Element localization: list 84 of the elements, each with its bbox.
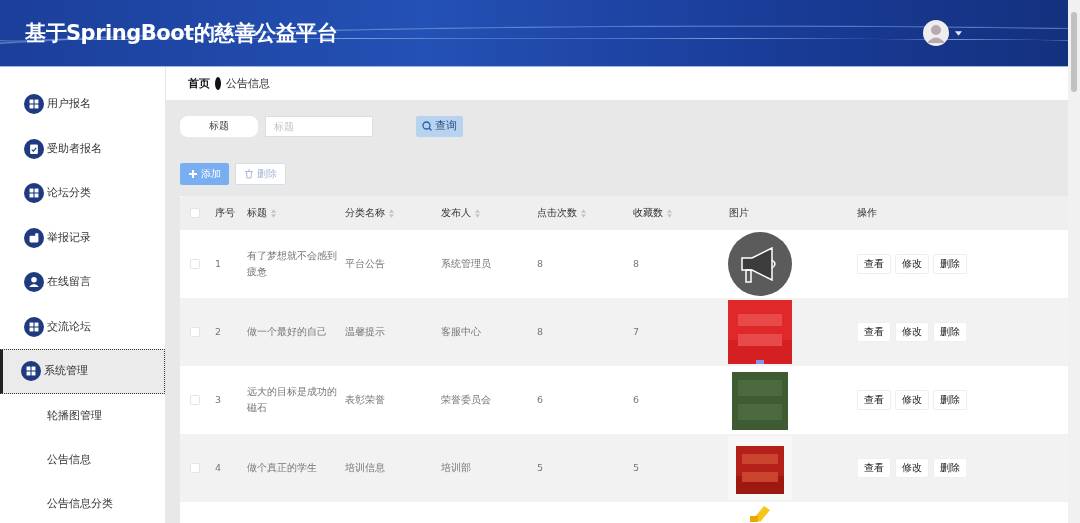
category-cell-text: 表彰荣誉: [345, 393, 385, 407]
row-action-button[interactable]: 删除: [933, 322, 967, 342]
column-header[interactable]: 标题: [247, 206, 276, 220]
app-title: 基于SpringBoot的慈善公益平台: [25, 20, 338, 47]
row-number: 4: [215, 461, 222, 475]
checkbox[interactable]: [190, 259, 200, 269]
grid-icon: [24, 183, 44, 204]
column-header: 图片: [729, 206, 749, 220]
title-cell-text: 有了梦想就不会感到疲惫: [247, 249, 338, 279]
clicks-cell-text: 5: [537, 461, 544, 475]
clicks-cell-text: 8: [537, 257, 544, 271]
row-action-button[interactable]: 查看: [857, 390, 891, 410]
search-label: 标题: [180, 115, 258, 137]
row-action-button[interactable]: 删除: [933, 390, 967, 410]
wallet-icon: [24, 227, 44, 248]
sidebar-item[interactable]: 用户报名: [0, 82, 165, 127]
category-cell-text: 培训信息: [345, 461, 385, 475]
avatar-icon[interactable]: [923, 20, 949, 46]
sort-icon: [581, 208, 586, 218]
sidebar-item[interactable]: 交流论坛: [0, 304, 165, 349]
breadcrumb-link[interactable]: 首页: [188, 76, 210, 91]
row-action-button[interactable]: 修改: [895, 254, 929, 274]
row-number: 2: [215, 325, 222, 339]
sidebar-item[interactable]: 在线留言: [0, 260, 165, 305]
publisher-cell-text: 系统管理员: [441, 257, 491, 271]
sort-icon: [667, 208, 672, 218]
column-header[interactable]: 分类名称: [345, 206, 394, 220]
row-action-button[interactable]: 修改: [895, 322, 929, 342]
column-header[interactable]: 发布人: [441, 206, 480, 220]
grid-icon: [21, 361, 41, 382]
column-header: 操作: [857, 206, 877, 220]
grid-icon: [24, 316, 44, 337]
submenu-item[interactable]: 轮播图管理: [0, 393, 102, 438]
breadcrumb-link[interactable]: 公告信息: [226, 76, 270, 91]
favorites-cell-text: 7: [633, 325, 640, 339]
checkbox[interactable]: [190, 395, 200, 405]
plus-icon: [188, 169, 198, 179]
favorites-cell-text: 6: [633, 393, 640, 407]
clicks-cell-text: 6: [537, 393, 544, 407]
category-cell-text: 平台公告: [345, 257, 385, 271]
sort-icon: [475, 208, 480, 218]
column-header[interactable]: 点击次数: [537, 206, 586, 220]
row-action-button[interactable]: 查看: [857, 254, 891, 274]
title-cell-text: 远大的目标是成功的磁石: [247, 385, 338, 415]
submenu-item[interactable]: 公告信息分类: [0, 481, 113, 523]
checkbox[interactable]: [190, 327, 200, 337]
row-number: 1: [215, 257, 222, 271]
row-action-button[interactable]: 查看: [857, 458, 891, 478]
grid-icon: [24, 94, 44, 115]
separator-icon: [215, 77, 221, 90]
sidebar-item[interactable]: 受助者报名: [0, 126, 165, 171]
category-cell-text: 温馨提示: [345, 325, 385, 339]
row-action-button[interactable]: 修改: [895, 390, 929, 410]
checkbox[interactable]: [190, 463, 200, 473]
clicks-cell-text: 8: [537, 325, 544, 339]
trash-icon: [244, 169, 254, 179]
search-button[interactable]: 查询: [416, 115, 463, 137]
column-header[interactable]: 收藏数: [633, 206, 672, 220]
row-action-button[interactable]: 删除: [933, 254, 967, 274]
row-number: 3: [215, 393, 222, 407]
title-cell-text: 做个真正的学生: [247, 461, 317, 475]
title-cell-text: 做一个最好的自己: [247, 325, 327, 339]
scrollbar[interactable]: [1068, 0, 1080, 523]
scrollbar-thumb[interactable]: [1071, 12, 1077, 92]
favorites-cell-text: 5: [633, 461, 640, 475]
user-icon: [24, 272, 44, 293]
favorites-cell-text: 8: [633, 257, 640, 271]
caret-icon[interactable]: [955, 30, 962, 36]
checkbox[interactable]: [190, 208, 200, 218]
publisher-cell-text: 荣誉委员会: [441, 393, 491, 407]
row-action-button[interactable]: 删除: [933, 458, 967, 478]
publisher-cell-text: 培训部: [441, 461, 471, 475]
sidebar-item[interactable]: 举报记录: [0, 215, 165, 260]
publisher-cell-text: 客服中心: [441, 325, 481, 339]
sidebar-item[interactable]: 论坛分类: [0, 171, 165, 216]
search-icon: [422, 121, 432, 131]
sidebar-item[interactable]: 系统管理: [0, 349, 165, 394]
submenu-item[interactable]: 公告信息: [0, 437, 91, 482]
column-header: 序号: [215, 206, 235, 220]
clipboard-icon: [24, 138, 44, 159]
sort-icon: [271, 208, 276, 218]
row-action-button[interactable]: 修改: [895, 458, 929, 478]
row-action-button[interactable]: 查看: [857, 322, 891, 342]
sort-icon: [389, 208, 394, 218]
